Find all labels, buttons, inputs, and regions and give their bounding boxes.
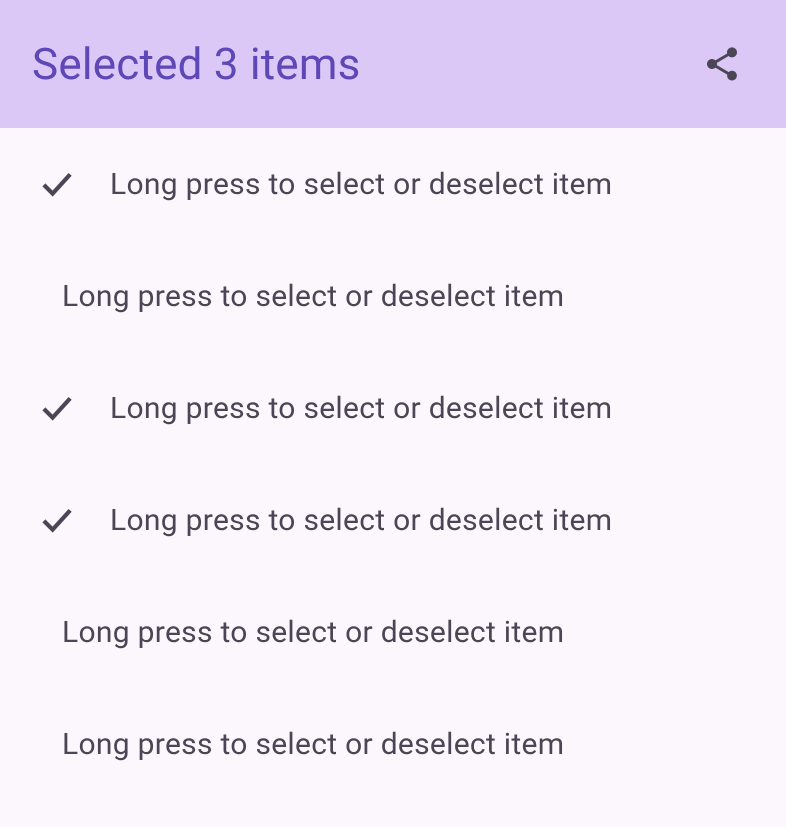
check-icon [36,387,110,429]
list-item[interactable]: Long press to select or deselect item [0,576,786,688]
appbar-title: Selected 3 items [32,38,361,90]
list-item[interactable]: Long press to select or deselect item [0,352,786,464]
item-list: Long press to select or deselect item Lo… [0,128,786,800]
list-item-label: Long press to select or deselect item [110,391,612,426]
list-item-label: Long press to select or deselect item [62,727,564,762]
list-item-label: Long press to select or deselect item [62,615,564,650]
list-item-label: Long press to select or deselect item [62,279,564,314]
list-item[interactable]: Long press to select or deselect item [0,464,786,576]
list-item-label: Long press to select or deselect item [110,503,612,538]
list-item[interactable]: Long press to select or deselect item [0,688,786,800]
check-icon [36,499,110,541]
list-item[interactable]: Long press to select or deselect item [0,240,786,352]
share-button[interactable] [694,36,750,92]
check-icon [36,163,110,205]
list-item-label: Long press to select or deselect item [110,167,612,202]
list-item[interactable]: Long press to select or deselect item [0,128,786,240]
share-icon [702,44,742,84]
selection-appbar: Selected 3 items [0,0,786,128]
